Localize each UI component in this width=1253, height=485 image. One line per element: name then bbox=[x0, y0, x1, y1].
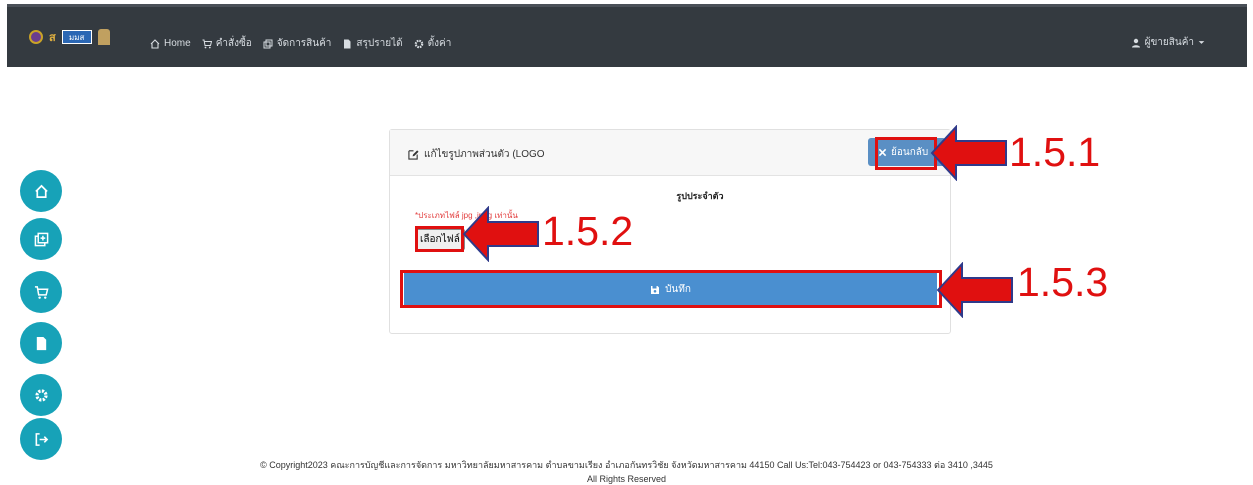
nav-link-home[interactable]: Home bbox=[150, 36, 191, 51]
emblem-logo bbox=[97, 29, 110, 45]
gear-icon bbox=[34, 388, 48, 402]
nav-link-label: คำสั่งซื้อ bbox=[215, 38, 252, 49]
gear-icon bbox=[414, 39, 423, 48]
product-icon bbox=[263, 39, 273, 48]
home-icon bbox=[150, 38, 160, 49]
highlight-save-button bbox=[400, 270, 942, 308]
msu-badge-logo: มมส bbox=[61, 30, 92, 44]
footer-rights: All Rights Reserved bbox=[586, 474, 667, 484]
card-title-text: แก้ไขรูปภาพส่วนตัว (LOGO bbox=[424, 149, 545, 160]
card-title: แก้ไขรูปภาพส่วนตัว (LOGO bbox=[408, 147, 545, 162]
annotation-label-1-5-3: 1.5.3 bbox=[1017, 259, 1109, 305]
nav-link-products[interactable]: จัดการสินค้า bbox=[263, 36, 332, 51]
annotation-label-1-5-1: 1.5.1 bbox=[1009, 129, 1101, 175]
navbar-top-line bbox=[7, 4, 1247, 7]
caret-down-icon bbox=[1198, 41, 1205, 44]
nav-links: Home คำสั่งซื้อ จัดการสินค้า สรุปรายได้ … bbox=[150, 36, 451, 51]
highlight-back-button bbox=[875, 137, 937, 170]
report-icon bbox=[344, 39, 351, 48]
side-button-home[interactable] bbox=[20, 170, 62, 212]
brand-logos[interactable]: ส มมส bbox=[29, 28, 110, 46]
user-icon bbox=[1131, 38, 1140, 47]
card-header: แก้ไขรูปภาพส่วนตัว (LOGO ย้อนกลับ bbox=[390, 130, 950, 176]
user-name: ผู้ขายสินค้า bbox=[1144, 37, 1194, 48]
nav-link-orders[interactable]: คำสั่งซื้อ bbox=[202, 36, 252, 51]
top-navbar: ส มมส Home คำสั่งซื้อ จัดการสินค้า สรุปร… bbox=[7, 4, 1247, 67]
home-icon bbox=[34, 184, 48, 198]
annotation-arrow-left bbox=[936, 262, 1013, 318]
footer-copyright: © Copyright2023 คณะการบัญชีและการจัดการ … bbox=[260, 460, 993, 470]
university-seal-logo bbox=[29, 30, 43, 44]
highlight-file-button bbox=[415, 226, 464, 252]
side-button-orders[interactable] bbox=[20, 271, 62, 313]
document-icon bbox=[36, 336, 46, 350]
annotation-arrow-left bbox=[930, 125, 1007, 181]
logout-icon bbox=[35, 432, 48, 446]
side-button-add-product[interactable] bbox=[20, 218, 62, 260]
nav-link-label: จัดการสินค้า bbox=[276, 38, 332, 49]
cart-icon bbox=[202, 39, 212, 48]
nav-link-label: สรุปรายได้ bbox=[356, 38, 403, 49]
nav-link-label: ตั้งค่า bbox=[427, 38, 452, 49]
cart-icon bbox=[34, 285, 49, 299]
user-dropdown[interactable]: ผู้ขายสินค้า bbox=[1131, 35, 1205, 50]
nav-link-income-summary[interactable]: สรุปรายได้ bbox=[342, 36, 403, 51]
side-button-settings[interactable] bbox=[20, 374, 62, 416]
side-button-report[interactable] bbox=[20, 322, 62, 364]
app-root: ส มมส Home คำสั่งซื้อ จัดการสินค้า สรุปร… bbox=[0, 0, 1253, 485]
side-button-logout[interactable] bbox=[20, 418, 62, 460]
nav-link-settings[interactable]: ตั้งค่า bbox=[414, 36, 452, 51]
add-product-icon bbox=[34, 232, 48, 246]
faculty-logo-mark: ส bbox=[49, 32, 56, 44]
nav-link-label: Home bbox=[164, 38, 191, 49]
profile-image-label: รูปประจำตัว bbox=[676, 191, 724, 201]
annotation-label-1-5-2: 1.5.2 bbox=[542, 208, 634, 254]
annotation-arrow-left bbox=[462, 206, 539, 262]
edit-icon bbox=[408, 150, 419, 160]
